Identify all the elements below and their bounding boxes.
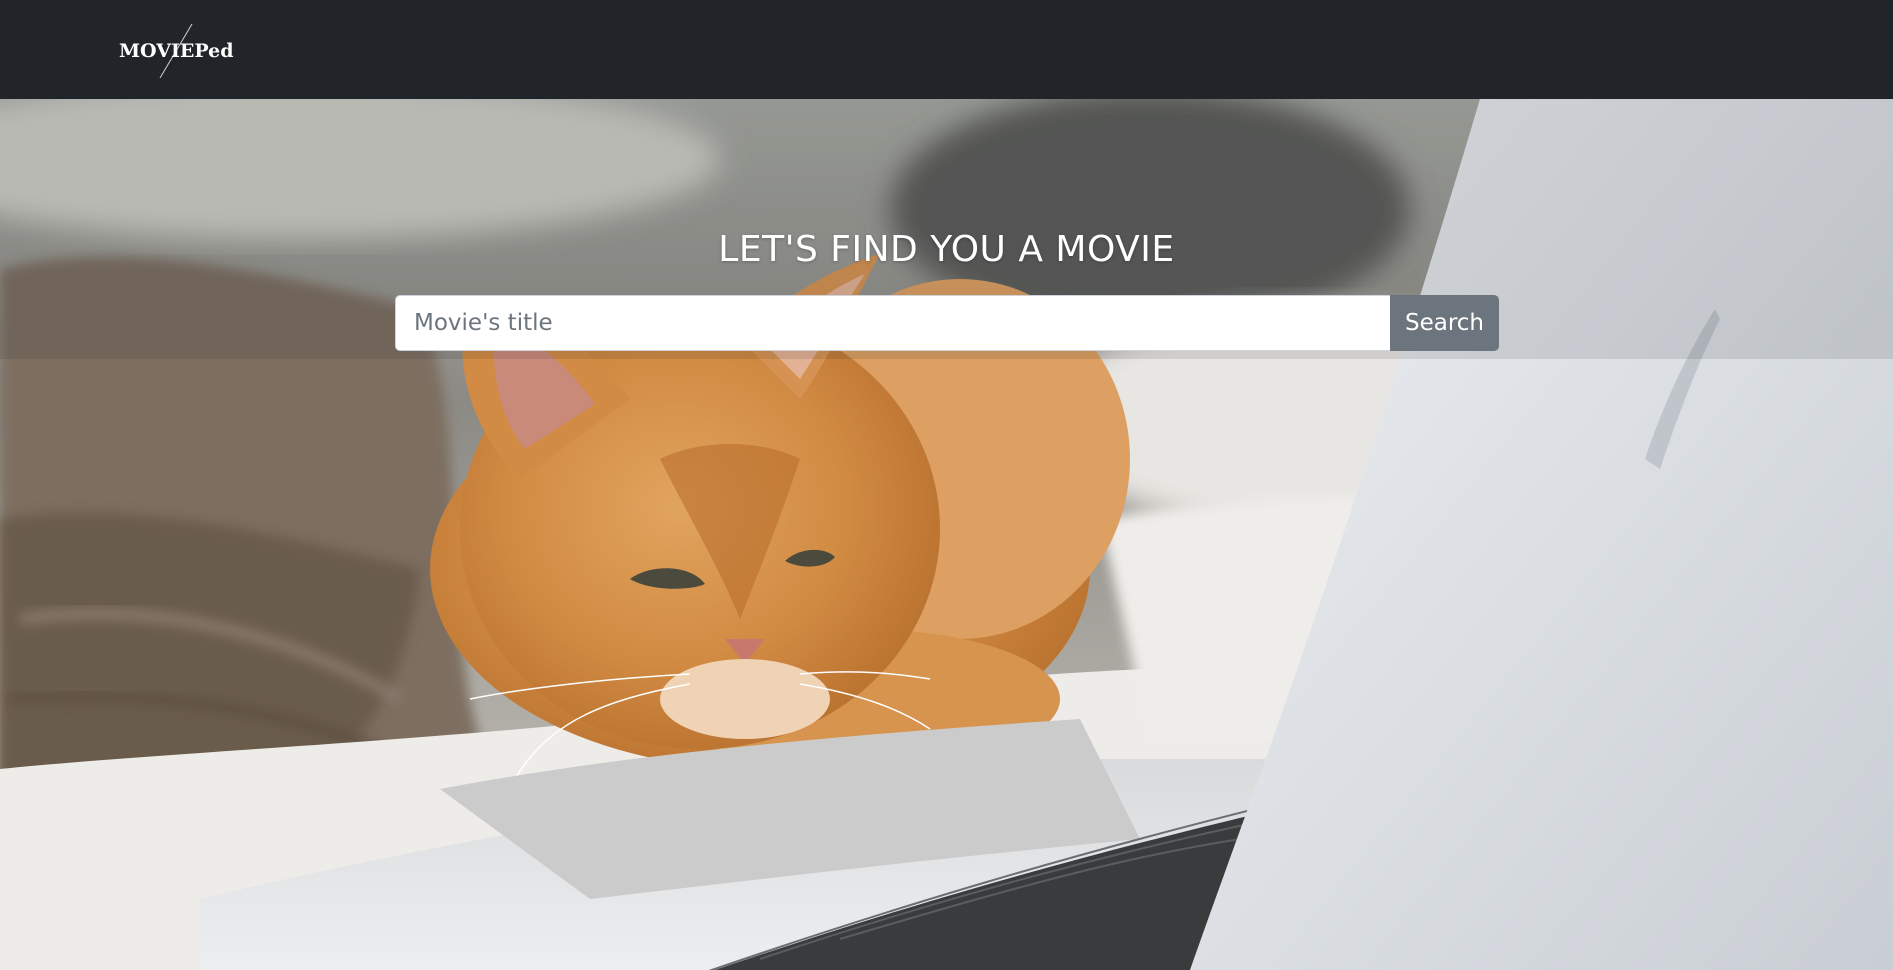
movie-title-input[interactable]: [395, 295, 1390, 351]
brand-text: MOVIEPedia: [119, 40, 234, 62]
search-button[interactable]: Search: [1390, 295, 1499, 351]
page-title: LET'S FIND YOU A MOVIE: [718, 229, 1175, 270]
hero: LET'S FIND YOU A MOVIE Search: [0, 99, 1893, 970]
search-bar: Search: [395, 295, 1499, 351]
navbar: MOVIEPedia: [0, 0, 1893, 99]
brand-logo[interactable]: MOVIEPedia: [118, 22, 234, 78]
brand-logo-mark: MOVIEPedia: [119, 23, 234, 78]
